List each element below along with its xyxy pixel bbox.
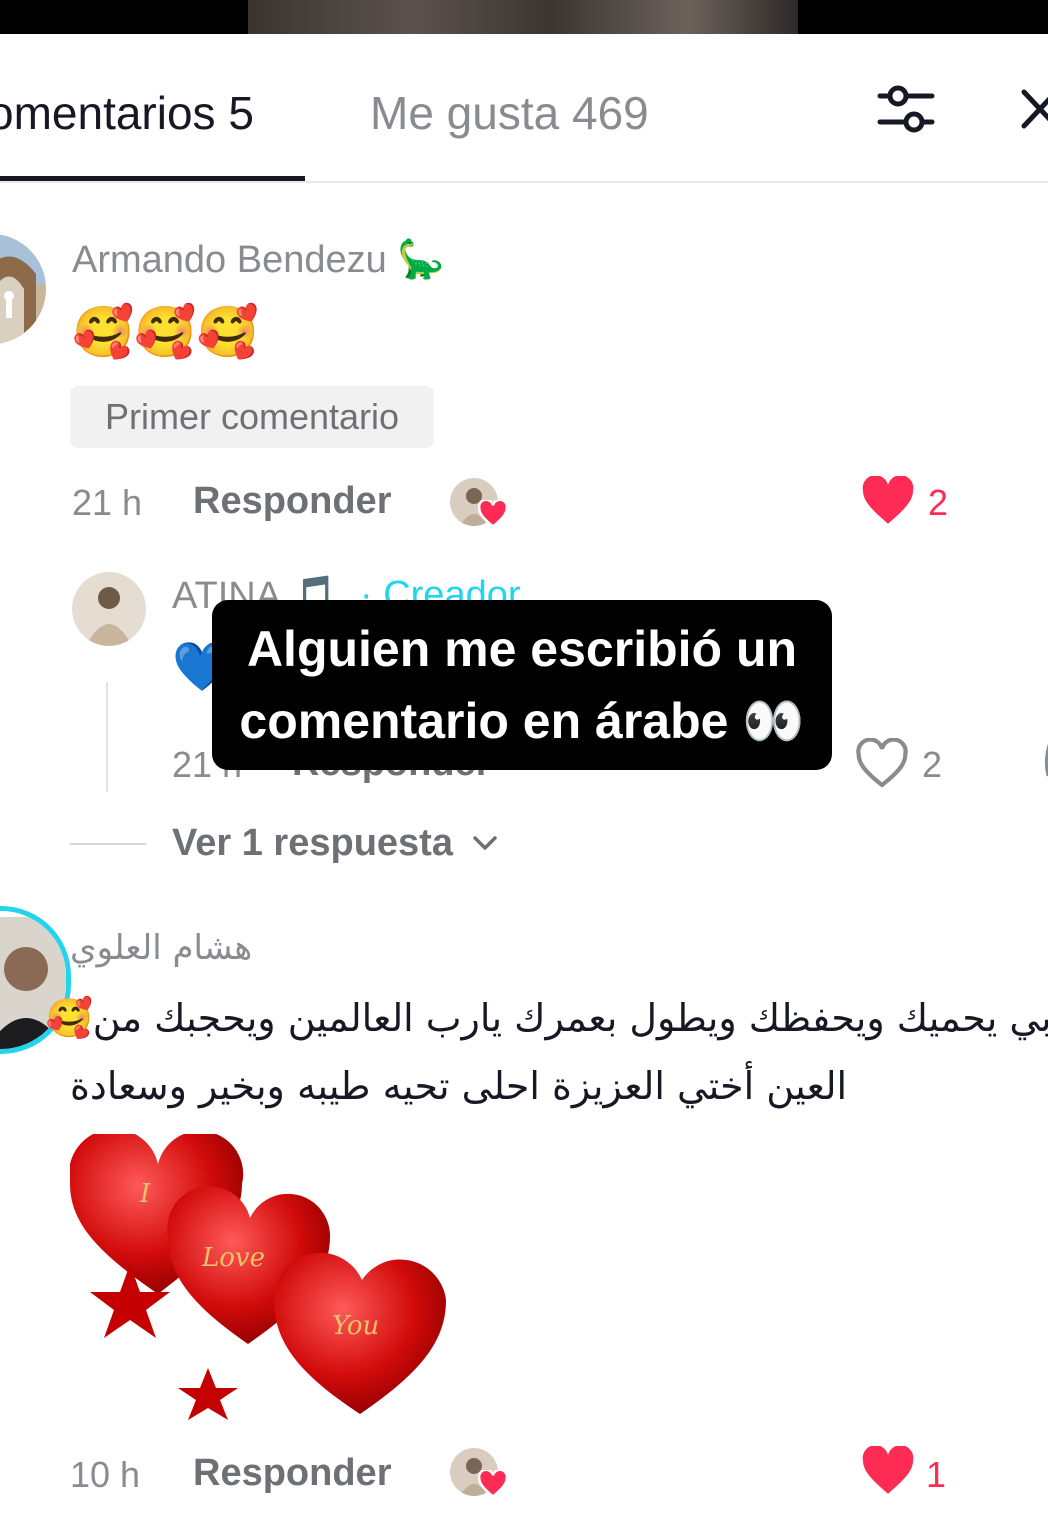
- first-comment-badge: Primer comentario: [70, 386, 434, 448]
- comment-text-line: ربي يحميك ويحفظك ويطول بعمرك يارب العالم…: [45, 996, 1048, 1040]
- video-caption-overlay: Alguien me escribió un comentario en ára…: [212, 600, 832, 770]
- reply-button[interactable]: Responder: [193, 1452, 391, 1495]
- comment-text: 🥰🥰🥰: [72, 304, 259, 360]
- like-count: 2: [922, 744, 943, 785]
- comment-time: 21 h: [72, 482, 143, 523]
- video-thumbnail: [248, 0, 798, 34]
- caption-line: Alguien me escribió un: [246, 621, 798, 677]
- reply-button[interactable]: Responder: [193, 480, 391, 523]
- heart-icon: [478, 500, 508, 528]
- comment-username[interactable]: هشام العلوي: [70, 928, 252, 968]
- love-hearts-gif: I Love You: [70, 1134, 446, 1420]
- gif-word: Love: [201, 1243, 265, 1273]
- close-icon[interactable]: [1016, 84, 1048, 134]
- avatar[interactable]: [72, 572, 146, 646]
- caption-line: comentario en árabe 👀: [239, 693, 805, 749]
- like-heart-icon[interactable]: [854, 738, 910, 790]
- avatar[interactable]: [0, 234, 46, 344]
- comment-time: 10 h: [70, 1454, 141, 1495]
- gif-word: You: [332, 1311, 379, 1341]
- like-count: 2: [928, 482, 949, 523]
- tabs-divider: [0, 181, 1048, 183]
- like-heart-icon[interactable]: [860, 1446, 916, 1496]
- like-count: 1: [926, 1454, 947, 1495]
- tab-comments[interactable]: omentarios 5: [0, 86, 254, 140]
- gif-word: I: [139, 1179, 151, 1209]
- comment-username[interactable]: Armando Bendezu 🦕: [72, 238, 445, 282]
- heart-icon: [478, 1470, 508, 1498]
- dislike-icon[interactable]: [1040, 740, 1048, 780]
- view-replies-button[interactable]: Ver 1 respuesta: [172, 822, 453, 865]
- like-heart-icon[interactable]: [860, 476, 916, 526]
- view-replies-line: [70, 843, 146, 845]
- filter-sliders-icon[interactable]: [876, 82, 936, 138]
- tab-likes[interactable]: Me gusta 469: [370, 86, 649, 140]
- chevron-down-icon[interactable]: [472, 834, 498, 854]
- reply-thread-line: [106, 682, 108, 792]
- comment-text-line: العين أختي العزيزة احلى تحيه طيبه وبخير …: [70, 1064, 848, 1108]
